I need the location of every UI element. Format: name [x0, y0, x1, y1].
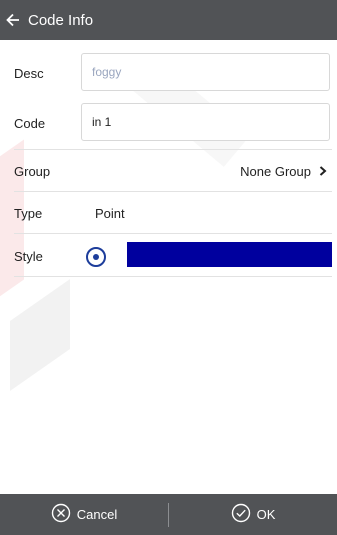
- arrow-left-icon: [6, 13, 20, 27]
- cancel-button[interactable]: Cancel: [0, 494, 168, 535]
- desc-input[interactable]: foggy: [81, 53, 330, 91]
- back-button[interactable]: [0, 0, 26, 40]
- row-divider: [14, 276, 332, 277]
- group-value: None Group: [240, 164, 311, 179]
- circle-check-icon: [231, 503, 251, 526]
- style-label: Style: [14, 249, 43, 264]
- cancel-label: Cancel: [76, 507, 118, 522]
- code-input[interactable]: in 1: [81, 103, 330, 141]
- row-divider: [14, 191, 332, 192]
- code-label: Code: [14, 116, 46, 131]
- chevron-right-icon: [319, 164, 327, 179]
- row-divider: [14, 149, 332, 150]
- ok-button[interactable]: OK: [169, 494, 337, 535]
- type-value: Point: [95, 206, 125, 221]
- type-label: Type: [14, 206, 43, 221]
- page-title: Code Info: [28, 11, 94, 29]
- app-header: Code Info: [0, 0, 337, 40]
- ok-label: OK: [256, 507, 276, 522]
- group-selector[interactable]: None Group: [240, 164, 327, 179]
- action-bar: Cancel OK: [0, 494, 337, 535]
- row-divider: [14, 233, 332, 234]
- watermark-shape: [10, 278, 70, 392]
- style-radio-button[interactable]: [86, 247, 106, 267]
- style-color-swatch[interactable]: [127, 242, 332, 267]
- circle-x-icon: [51, 503, 71, 526]
- group-label: Group: [14, 164, 51, 179]
- desc-label: Desc: [14, 66, 44, 81]
